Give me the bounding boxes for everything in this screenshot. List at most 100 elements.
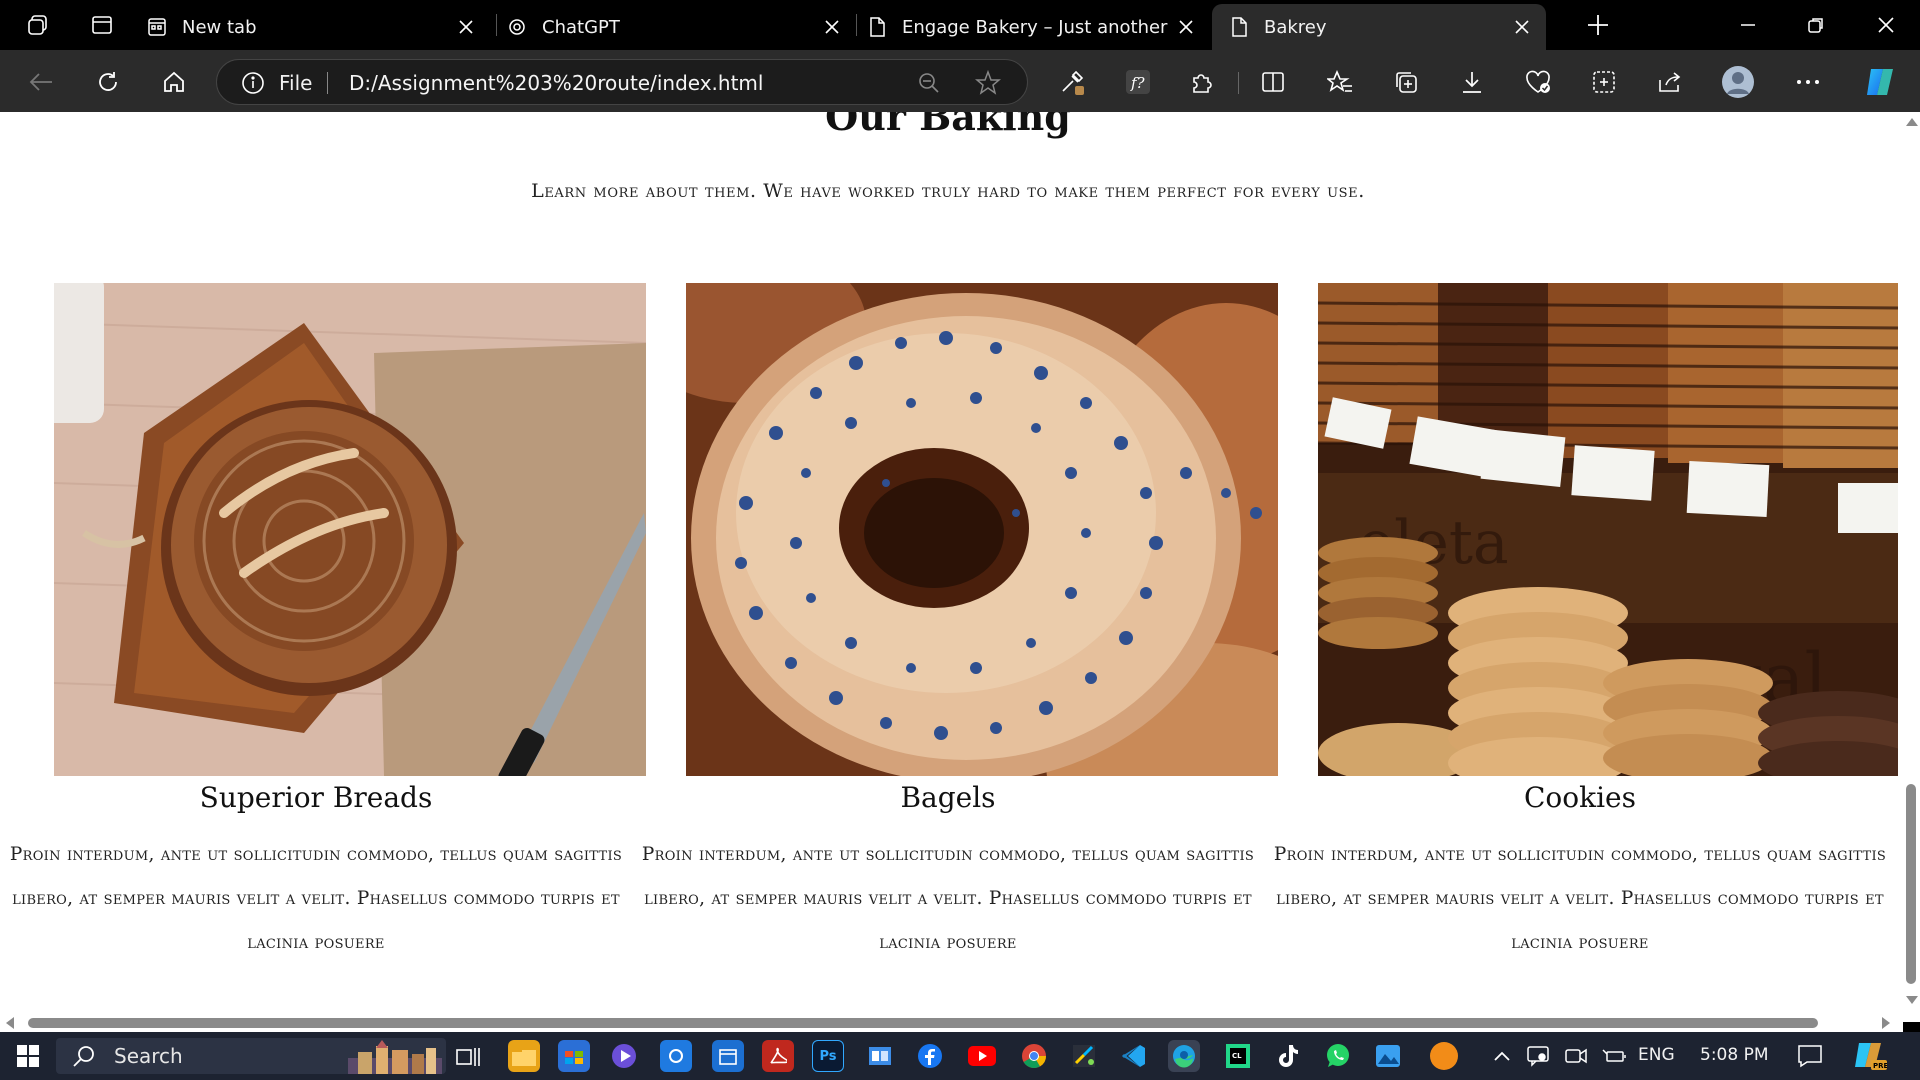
page-viewport: Our Baking Learn more about them. We hav… — [0, 112, 1903, 1022]
close-window-icon[interactable] — [1872, 11, 1900, 39]
clock-time[interactable]: 5:08 PM — [1700, 1045, 1769, 1065]
favorites-icon[interactable] — [1323, 65, 1357, 99]
photos-app-icon[interactable] — [1372, 1040, 1404, 1072]
document-page-icon — [866, 16, 888, 38]
zoom-out-icon[interactable] — [917, 71, 941, 99]
search-icon — [73, 1046, 94, 1067]
horizontal-scrollbar[interactable] — [0, 1012, 1903, 1032]
refresh-icon[interactable] — [91, 65, 125, 99]
horizontal-scroll-thumb[interactable] — [28, 1018, 1818, 1028]
split-screen-icon[interactable] — [1256, 65, 1290, 99]
tab-new-tab[interactable]: New tab — [146, 4, 490, 50]
copilot-taskbar-icon[interactable]: PRE — [1852, 1038, 1888, 1074]
bagel-image — [686, 283, 1278, 776]
tab-chatgpt[interactable]: ChatGPT — [506, 4, 856, 50]
card-title: Cookies — [1524, 781, 1636, 814]
acrobat-reader-icon[interactable] — [762, 1040, 794, 1072]
microsoft-store-icon[interactable] — [558, 1040, 590, 1072]
section-subheading: Learn more about them. We have worked tr… — [531, 180, 1365, 202]
vscode-icon[interactable] — [1118, 1040, 1150, 1072]
show-hidden-icons-chevron-icon[interactable] — [1486, 1040, 1518, 1072]
sourdough-bread-image — [54, 283, 646, 776]
color-picker-extension-icon[interactable] — [1055, 65, 1089, 99]
windows-taskbar: Search Ps CL ENG 5:08 PM PRE — [0, 1032, 1920, 1080]
downloads-icon[interactable] — [1455, 65, 1489, 99]
tab-title: Engage Bakery – Just another Eng — [902, 16, 1172, 38]
tab-divider — [496, 14, 497, 36]
profile-avatar[interactable] — [1721, 65, 1755, 99]
address-divider — [327, 72, 328, 94]
scheme-label: File — [279, 71, 313, 95]
extensions-puzzle-icon[interactable] — [1185, 65, 1219, 99]
scroll-down-arrow-icon[interactable] — [1906, 996, 1918, 1004]
windows-start-icon[interactable] — [12, 1040, 44, 1072]
back-button[interactable] — [24, 65, 58, 99]
cookies-image: oleta gal — [1318, 283, 1898, 776]
windows-app-icon[interactable] — [864, 1040, 896, 1072]
edge-browser-icon[interactable] — [1168, 1040, 1200, 1072]
new-tab-page-icon — [146, 16, 168, 38]
paint-tools-icon[interactable] — [1068, 1040, 1100, 1072]
photoshop-icon[interactable]: Ps — [812, 1040, 844, 1072]
tab-actions-icon[interactable] — [88, 11, 116, 39]
url-text[interactable]: D:/Assignment%203%20route/index.html — [349, 71, 763, 95]
document-page-icon — [1228, 16, 1250, 38]
search-highlight-illustration-icon — [348, 1040, 442, 1074]
collections-icon[interactable] — [1389, 65, 1423, 99]
whatsapp-icon[interactable] — [1322, 1040, 1354, 1072]
favorite-star-icon[interactable] — [974, 69, 1002, 100]
font-extension-icon[interactable]: f? — [1121, 65, 1155, 99]
file-explorer-icon[interactable] — [508, 1040, 540, 1072]
browser-toolbar: File D:/Assignment%203%20route/index.htm… — [0, 50, 1920, 112]
taskbar-search-box[interactable]: Search — [56, 1038, 446, 1074]
tab-title: Bakrey — [1264, 16, 1327, 38]
minimize-window-icon[interactable] — [1734, 11, 1762, 39]
tray-meet-icon[interactable] — [1560, 1040, 1592, 1072]
workspaces-icon[interactable] — [24, 11, 52, 39]
toolbar-divider — [1238, 72, 1239, 94]
share-icon[interactable] — [1653, 65, 1687, 99]
more-options-icon[interactable] — [1791, 65, 1825, 99]
scroll-left-arrow-icon[interactable] — [6, 1017, 14, 1029]
card-description: Proin interdum, ante ut sollicitudin com… — [1273, 844, 1887, 953]
facebook-icon[interactable] — [914, 1040, 946, 1072]
close-tab-icon[interactable] — [1512, 17, 1532, 37]
scroll-right-arrow-icon[interactable] — [1882, 1017, 1890, 1029]
tray-feedback-icon[interactable] — [1522, 1040, 1554, 1072]
scroll-up-arrow-icon[interactable] — [1906, 118, 1918, 126]
vertical-scrollbar[interactable] — [1903, 112, 1920, 1022]
close-tab-icon[interactable] — [822, 17, 842, 37]
site-info-icon[interactable] — [241, 71, 265, 95]
youtube-icon[interactable] — [966, 1040, 998, 1072]
tab-bakrey[interactable]: Bakrey — [1212, 4, 1546, 50]
calendar-app-icon[interactable] — [712, 1040, 744, 1072]
tiktok-icon[interactable] — [1272, 1040, 1304, 1072]
restore-window-icon[interactable] — [1802, 11, 1830, 39]
screenshot-icon[interactable] — [1587, 65, 1621, 99]
close-tab-icon[interactable] — [456, 17, 476, 37]
browser-tabstrip: New tab ChatGPT Engage Bakery – Just ano… — [0, 0, 1920, 50]
address-bar[interactable]: File D:/Assignment%203%20route/index.htm… — [216, 59, 1028, 105]
copilot-icon[interactable] — [1861, 62, 1901, 102]
new-tab-button[interactable] — [1584, 11, 1612, 39]
tab-title: ChatGPT — [542, 16, 620, 38]
input-language[interactable]: ENG — [1638, 1045, 1675, 1065]
chrome-icon[interactable] — [1018, 1040, 1050, 1072]
tab-engage-bakery[interactable]: Engage Bakery – Just another Eng — [866, 4, 1210, 50]
task-view-icon[interactable] — [452, 1040, 484, 1072]
card-title: Superior Breads — [199, 781, 433, 814]
browser-essentials-icon[interactable] — [1521, 65, 1555, 99]
app-orange-circle-icon[interactable] — [1428, 1040, 1460, 1072]
search-label: Search — [114, 1044, 183, 1068]
media-player-icon[interactable] — [608, 1040, 640, 1072]
chatgpt-logo-icon — [506, 16, 528, 38]
home-icon[interactable] — [157, 65, 191, 99]
vertical-scroll-thumb[interactable] — [1906, 784, 1916, 984]
snipping-app-icon[interactable] — [660, 1040, 692, 1072]
close-tab-icon[interactable] — [1176, 17, 1196, 37]
tray-battery-network-icon[interactable] — [1598, 1040, 1630, 1072]
tab-title: New tab — [182, 16, 257, 38]
clion-icon[interactable]: CL — [1222, 1040, 1254, 1072]
svg-text:PRE: PRE — [1873, 1062, 1887, 1070]
notifications-icon[interactable] — [1794, 1040, 1826, 1072]
